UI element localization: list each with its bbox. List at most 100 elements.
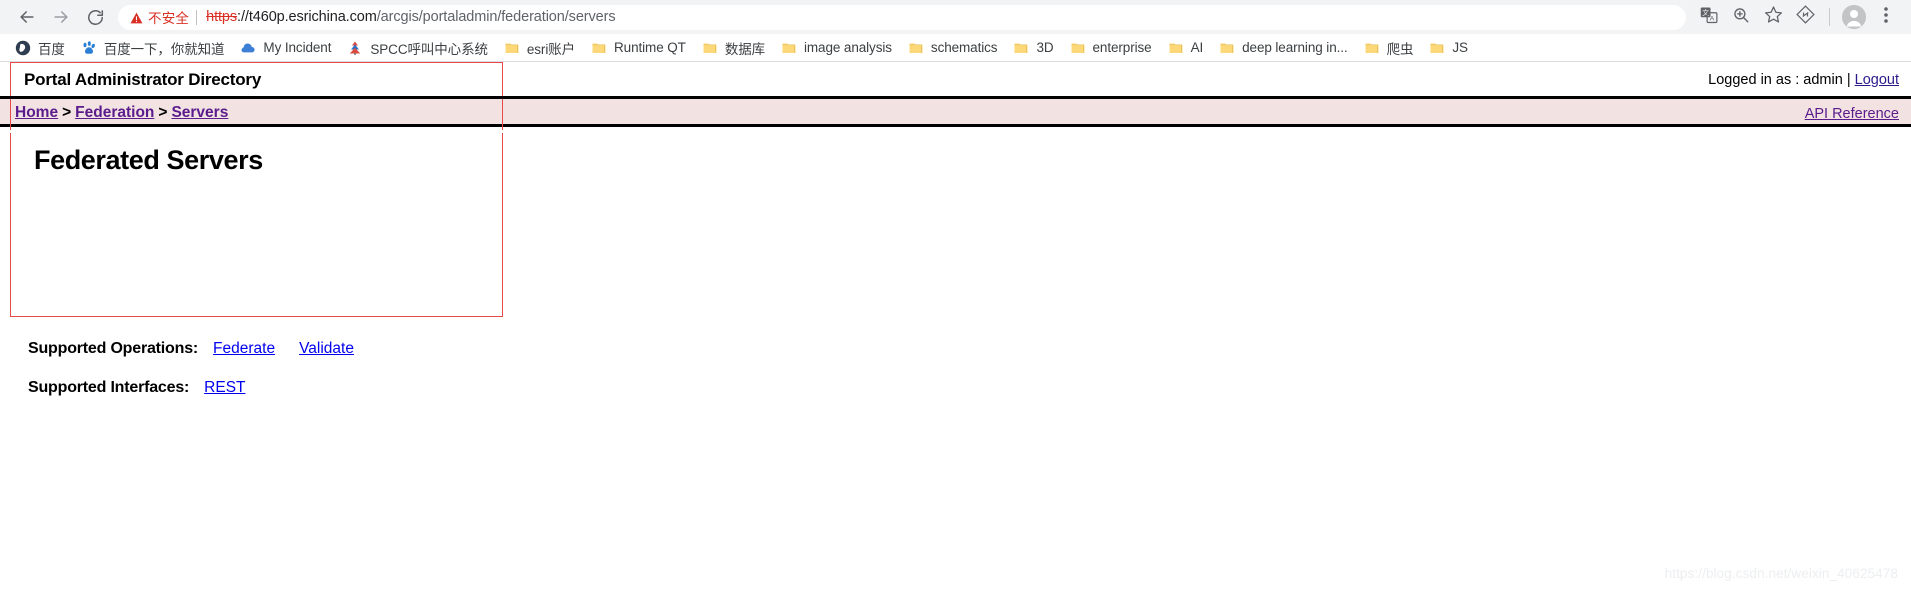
bookmark-label: AI bbox=[1190, 40, 1204, 55]
bookmark-baidu-search[interactable]: 百度一下，你就知道 bbox=[74, 37, 232, 59]
operations-area: Supported Operations: Federate Validate … bbox=[0, 327, 1911, 407]
folder-icon bbox=[781, 40, 797, 56]
bookmark-folder-enterprise[interactable]: enterprise bbox=[1063, 37, 1159, 59]
bookmark-label: JS bbox=[1452, 40, 1468, 55]
folder-icon bbox=[1168, 40, 1184, 56]
bookmark-star-button[interactable] bbox=[1758, 2, 1788, 32]
bookmark-label: SPCC呼叫中心系统 bbox=[370, 41, 488, 57]
rest-link[interactable]: REST bbox=[204, 379, 245, 397]
breadcrumb-item-servers[interactable]: Servers bbox=[171, 104, 228, 121]
breadcrumb-separator: > bbox=[62, 104, 72, 121]
back-button[interactable] bbox=[10, 0, 44, 34]
supported-operations-label: Supported Operations: bbox=[28, 339, 199, 357]
more-menu-icon bbox=[1878, 6, 1894, 29]
bookmark-folder-runtime-qt[interactable]: Runtime QT bbox=[584, 37, 693, 59]
warning-triangle-icon bbox=[130, 11, 143, 24]
bookmark-folder-image-analysis[interactable]: image analysis bbox=[774, 37, 899, 59]
arrow-right-icon bbox=[51, 7, 71, 27]
url-path: /arcgis/portaladmin/federation/servers bbox=[376, 9, 616, 25]
session-info: Logged in as : admin | Logout bbox=[1708, 72, 1899, 88]
url-scheme-suffix: :// bbox=[237, 9, 249, 25]
svg-text:A: A bbox=[1710, 15, 1715, 22]
url-scheme: https bbox=[206, 9, 238, 25]
validate-link[interactable]: Validate bbox=[299, 340, 354, 358]
forward-button[interactable] bbox=[44, 0, 78, 34]
supported-interfaces-label: Supported Interfaces: bbox=[28, 378, 190, 396]
bookmark-label: 3D bbox=[1036, 40, 1054, 55]
api-reference-link[interactable]: API Reference bbox=[1805, 106, 1899, 122]
bookmark-folder-crawler[interactable]: 爬虫 bbox=[1357, 37, 1421, 59]
baidu-globe-icon bbox=[15, 40, 31, 56]
address-bar[interactable]: 不安全 https://t460p.esrichina.com/arcgis/p… bbox=[118, 4, 1686, 30]
bookmark-label: enterprise bbox=[1092, 40, 1152, 55]
zoom-search-button[interactable] bbox=[1726, 2, 1756, 32]
folder-icon bbox=[1429, 40, 1445, 56]
folder-icon bbox=[1070, 40, 1086, 56]
bookmark-folder-ai[interactable]: AI bbox=[1161, 37, 1211, 59]
bookmark-baidu[interactable]: 百度 bbox=[8, 37, 72, 59]
bookmark-label: 百度一下，你就知道 bbox=[103, 41, 225, 57]
profile-avatar-icon bbox=[1842, 5, 1866, 29]
federate-link[interactable]: Federate bbox=[213, 340, 275, 358]
bookmark-label: esri账户 bbox=[526, 41, 576, 57]
supported-operations-links: Federate Validate bbox=[213, 340, 378, 358]
session-separator: | bbox=[1846, 72, 1851, 88]
security-status-label: 不安全 bbox=[148, 11, 190, 26]
supported-interfaces-row: Supported Interfaces: REST bbox=[0, 368, 1911, 407]
breadcrumb-separator: > bbox=[158, 104, 168, 121]
omnibox-divider bbox=[196, 9, 198, 25]
bookmark-folder-esri[interactable]: esri账户 bbox=[497, 37, 582, 59]
page-content: Portal Administrator Directory Logged in… bbox=[0, 62, 1911, 589]
bookmark-label: 数据库 bbox=[724, 41, 766, 57]
supported-operations-row: Supported Operations: Federate Validate bbox=[0, 329, 1911, 368]
bookmark-folder-schematics[interactable]: schematics bbox=[901, 37, 1005, 59]
profile-button[interactable] bbox=[1839, 2, 1869, 32]
navigation-buttons bbox=[10, 0, 112, 34]
bookmark-spcc[interactable]: SPCC呼叫中心系统 bbox=[340, 37, 495, 59]
admin-header: Portal Administrator Directory Logged in… bbox=[0, 62, 1911, 96]
folder-icon bbox=[591, 40, 607, 56]
browser-toolbar: 不安全 https://t460p.esrichina.com/arcgis/p… bbox=[0, 0, 1911, 34]
reload-icon bbox=[86, 8, 105, 27]
logout-link[interactable]: Logout bbox=[1855, 72, 1899, 88]
bookmark-label: image analysis bbox=[804, 40, 892, 55]
bookmark-folder-database[interactable]: 数据库 bbox=[695, 37, 772, 59]
bookmark-label: schematics bbox=[930, 40, 998, 55]
folder-icon bbox=[1219, 40, 1235, 56]
api-reference: API Reference bbox=[1805, 106, 1899, 122]
app-title: Portal Administrator Directory bbox=[24, 70, 262, 89]
tree-icon bbox=[347, 40, 363, 56]
bookmark-folder-js[interactable]: JS bbox=[1422, 37, 1475, 59]
toolbar-divider bbox=[1829, 8, 1830, 26]
folder-icon bbox=[1013, 40, 1029, 56]
toolbar-icons: 文A bbox=[1694, 2, 1901, 32]
bookmark-folder-3d[interactable]: 3D bbox=[1006, 37, 1060, 59]
breadcrumb-item-federation[interactable]: Federation bbox=[75, 104, 154, 121]
url-text: https://t460p.esrichina.com/arcgis/porta… bbox=[206, 9, 615, 25]
bookmark-folder-deep-learning[interactable]: deep learning in... bbox=[1212, 37, 1354, 59]
bookmarks-bar: 百度 百度一下，你就知道 My Incident SPCC呼叫中心系统 esri… bbox=[0, 34, 1911, 62]
watermark-text: https://blog.csdn.net/weixin_40625478 bbox=[1664, 566, 1898, 581]
extension-button[interactable] bbox=[1790, 2, 1820, 32]
more-menu-button[interactable] bbox=[1871, 2, 1901, 32]
url-host: t460p.esrichina.com bbox=[248, 9, 377, 25]
breadcrumb-item-home[interactable]: Home bbox=[15, 104, 58, 121]
main-body: Federated Servers bbox=[0, 127, 1911, 327]
reload-button[interactable] bbox=[78, 0, 112, 34]
breadcrumb-bar: Home > Federation > Servers API Reference bbox=[0, 96, 1911, 127]
folder-icon bbox=[1364, 40, 1380, 56]
breadcrumb: Home > Federation > Servers bbox=[15, 104, 228, 122]
logged-in-label: Logged in as : admin bbox=[1708, 72, 1843, 88]
translate-button[interactable]: 文A bbox=[1694, 2, 1724, 32]
folder-icon bbox=[908, 40, 924, 56]
bookmark-label: My Incident bbox=[263, 40, 332, 55]
baidu-paw-icon bbox=[81, 40, 97, 56]
bookmark-label: 百度 bbox=[38, 41, 65, 57]
arrow-left-icon bbox=[17, 7, 37, 27]
bookmark-label: 爬虫 bbox=[1386, 41, 1414, 57]
cloud-icon bbox=[240, 40, 256, 56]
translate-icon: 文A bbox=[1700, 6, 1718, 29]
supported-interfaces-links: REST bbox=[204, 379, 269, 397]
folder-icon bbox=[504, 40, 520, 56]
bookmark-my-incident[interactable]: My Incident bbox=[233, 37, 338, 59]
